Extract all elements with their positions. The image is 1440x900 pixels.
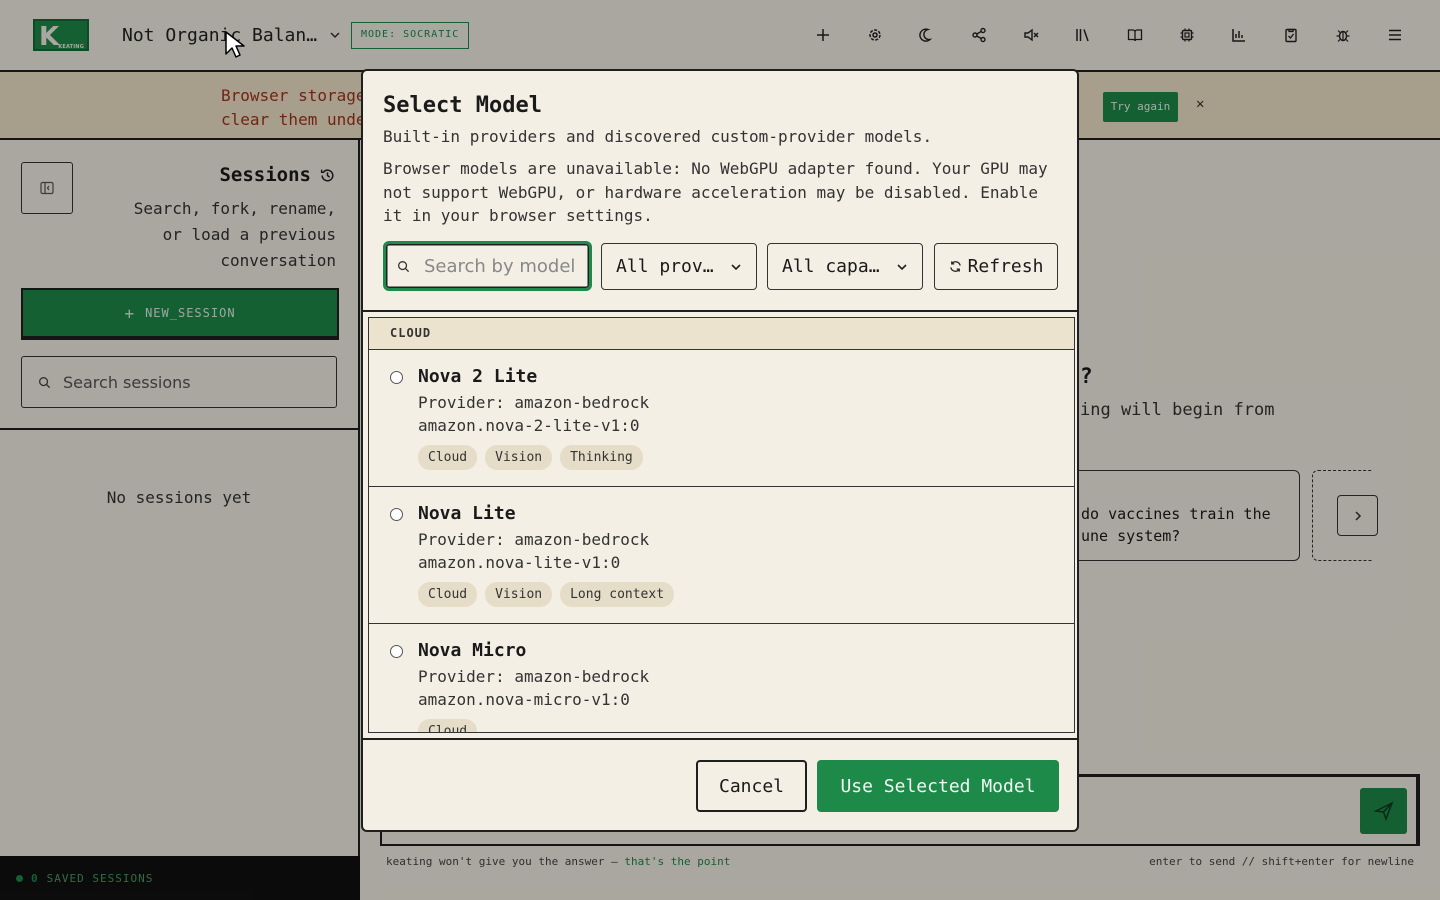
model-provider: Provider: amazon-bedrock [418, 667, 650, 686]
refresh-button[interactable]: Refresh [934, 243, 1058, 290]
model-id: amazon.nova-2-lite-v1:0 [418, 416, 640, 435]
model-radio[interactable] [390, 645, 403, 658]
refresh-icon [949, 261, 961, 272]
capability-filter-select[interactable]: All capa… [767, 243, 923, 290]
capability-tag: Vision [485, 582, 553, 607]
dialog-subtitle: Built-in providers and discovered custom… [383, 127, 933, 146]
chevron-down-icon [897, 263, 907, 270]
dialog-title: Select Model [383, 93, 542, 118]
divider [363, 738, 1077, 740]
webgpu-warning: Browser models are unavailable: No WebGP… [383, 159, 1048, 225]
model-tags: Cloud Vision Long context [418, 582, 675, 607]
provider-filter-select[interactable]: All prov… [601, 243, 757, 290]
model-name: Nova Lite [418, 503, 516, 524]
capability-filter-value: All capa… [782, 256, 880, 277]
capability-tag: Long context [560, 582, 675, 607]
search-icon [398, 260, 410, 272]
capability-tag: Cloud [418, 582, 478, 607]
mouse-cursor-icon [225, 31, 245, 58]
model-id: amazon.nova-lite-v1:0 [418, 553, 621, 572]
model-radio[interactable] [390, 371, 403, 384]
use-selected-model-button[interactable]: Use Selected Model [817, 760, 1059, 812]
chevron-down-icon [731, 263, 741, 270]
refresh-label: Refresh [967, 256, 1044, 277]
capability-tag: Thinking [560, 445, 643, 470]
model-tags: Cloud [418, 719, 478, 732]
capability-tag: Cloud [418, 719, 478, 732]
select-model-dialog: Select Model Built-in providers and disc… [361, 69, 1079, 832]
divider [363, 310, 1077, 312]
capability-tag: Cloud [418, 445, 478, 470]
model-search-field[interactable] [383, 241, 592, 291]
provider-filter-value: All prov… [616, 256, 714, 277]
model-search-input[interactable] [424, 255, 574, 277]
model-name: Nova Micro [418, 640, 527, 661]
model-provider: Provider: amazon-bedrock [418, 393, 650, 412]
model-option-nova-micro[interactable]: Nova Micro Provider: amazon-bedrock amaz… [369, 624, 1074, 732]
model-list[interactable]: CLOUD Nova 2 Lite Provider: amazon-bedro… [368, 317, 1075, 733]
model-group-header: CLOUD [369, 318, 1074, 350]
model-option-nova-lite[interactable]: Nova Lite Provider: amazon-bedrock amazo… [369, 487, 1074, 624]
model-tags: Cloud Vision Thinking [418, 445, 643, 470]
cancel-button[interactable]: Cancel [696, 760, 807, 812]
model-radio[interactable] [390, 508, 403, 521]
model-id: amazon.nova-micro-v1:0 [418, 690, 630, 709]
model-name: Nova 2 Lite [418, 366, 538, 387]
capability-tag: Vision [485, 445, 553, 470]
model-provider: Provider: amazon-bedrock [418, 530, 650, 549]
model-option-nova-2-lite[interactable]: Nova 2 Lite Provider: amazon-bedrock ama… [369, 350, 1074, 487]
